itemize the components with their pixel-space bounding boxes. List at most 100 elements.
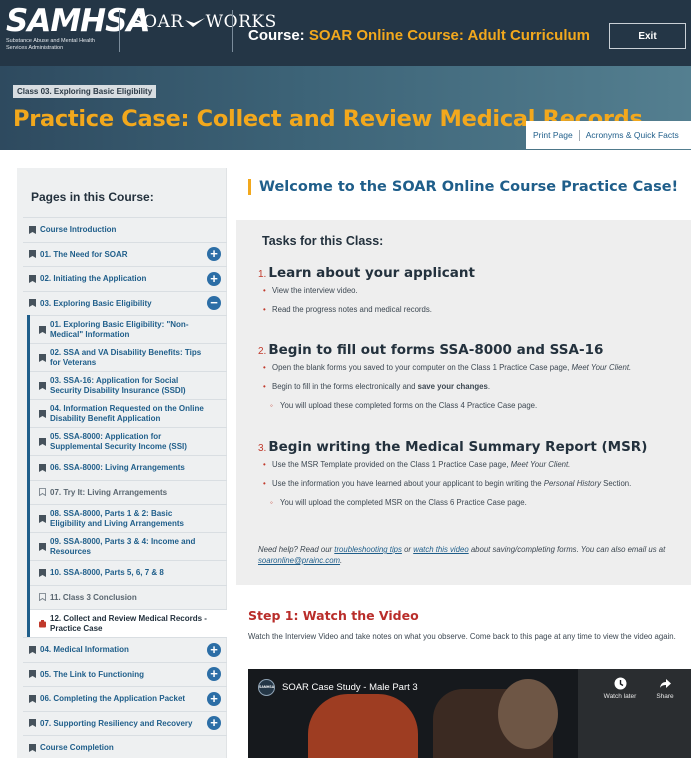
utility-links-row: Print Page Acronyms & Quick Facts [533, 125, 679, 145]
video-player[interactable]: SAMHSA SOAR Case Study - Male Part 3 Wat… [248, 669, 691, 758]
video-channel-logo[interactable]: SAMHSA [258, 679, 275, 696]
sidebar-subitem[interactable]: 06. SSA-8000: Living Arrangements [30, 455, 227, 480]
welcome-heading: Welcome to the SOAR Online Course Practi… [248, 179, 678, 195]
sidebar-item[interactable]: 01. The Need for SOAR + [23, 241, 227, 267]
samhsa-logo[interactable]: SAMHSA Substance Abuse and Mental Health… [6, 6, 150, 56]
bookmark-icon [29, 719, 36, 728]
sidebar-item[interactable]: 07. Supporting Resiliency and Recovery + [23, 710, 227, 736]
sidebar-item[interactable]: 03. Exploring Basic Eligibility − [23, 290, 227, 316]
sidebar-subitem[interactable]: 01. Exploring Basic Eligibility: "Non-Me… [30, 315, 227, 343]
sidebar-title: Pages in this Course: [31, 190, 154, 204]
bookmark-icon [29, 694, 36, 703]
sidebar-subitem[interactable]: 02. SSA and VA Disability Benefits: Tips… [30, 343, 227, 371]
share-button[interactable]: Share [645, 677, 685, 700]
bullet-text: Begin to fill in the forms electronicall… [272, 382, 418, 391]
bookmark-icon [29, 274, 36, 283]
expand-icon[interactable]: + [207, 667, 221, 682]
task-3: 3. Begin writing the Medical Summary Repo… [258, 439, 688, 516]
sidebar-item[interactable]: 05. The Link to Functioning + [23, 661, 227, 687]
sidebar-item-label: 06. Completing the Application Packet [40, 694, 186, 703]
help-text-part: about saving/completing forms. You can a… [468, 545, 666, 554]
task-bullet: Use the information you have learned abo… [258, 478, 688, 489]
help-text: Need help? Read our troubleshooting tips… [258, 544, 688, 566]
sidebar-subitem[interactable]: 12. Collect and Review Medical Records -… [30, 609, 227, 637]
exit-button[interactable]: Exit [609, 23, 686, 49]
share-label: Share [656, 693, 674, 700]
help-text-part: or [401, 545, 414, 554]
sidebar-item[interactable]: Course Completion [23, 735, 227, 758]
sidebar-subitem[interactable]: 09. SSA-8000, Parts 3 & 4: Income and Re… [30, 532, 227, 560]
bookmark-outline-icon [39, 488, 46, 497]
bullet-text: Section. [600, 479, 632, 488]
sidebar-item-label: 04. Medical Information [40, 645, 129, 654]
share-arrow-icon [659, 679, 671, 688]
print-page-link[interactable]: Print Page [533, 130, 573, 140]
bookmark-icon [39, 514, 46, 523]
soar-logo-left: SOAR [131, 12, 184, 32]
task-1: 1.Learn about your applicant View the in… [258, 265, 688, 323]
bookmark-icon [39, 409, 46, 418]
sidebar-item-label: 02. Initiating the Application [40, 274, 147, 283]
bookmark-outline-icon [39, 593, 46, 602]
task-number: 1. [258, 269, 267, 280]
task-subbullet: You will upload the completed MSR on the… [258, 497, 688, 508]
step-1-description: Watch the Interview Video and take notes… [248, 632, 676, 641]
bullet-text: Use the MSR Template provided on the Cla… [272, 460, 511, 469]
course-sidebar: Pages in this Course: Course Introductio… [17, 168, 227, 758]
bullet-text: Use the information you have learned abo… [272, 479, 544, 488]
bookmark-icon [39, 568, 46, 577]
bullet-emphasis: Personal History [543, 479, 601, 488]
bookmark-icon [39, 463, 46, 472]
sidebar-item-label: 06. SSA-8000: Living Arrangements [50, 463, 185, 472]
expand-icon[interactable]: + [207, 691, 221, 706]
bookmark-icon [29, 299, 36, 308]
sidebar-item[interactable]: 04. Medical Information + [23, 637, 227, 662]
site-header: SAMHSA Substance Abuse and Mental Health… [0, 0, 691, 66]
sidebar-item-label: Course Completion [40, 743, 114, 752]
sidebar-item[interactable]: 02. Initiating the Application + [23, 266, 227, 291]
sidebar-item[interactable]: Course Introduction [23, 217, 227, 242]
sidebar-item-label: 01. The Need for SOAR [40, 249, 128, 259]
sidebar-sublist: 01. Exploring Basic Eligibility: "Non-Me… [27, 315, 227, 637]
sidebar-item-label: 04. Information Requested on the Online … [50, 404, 204, 423]
bookmark-icon [29, 743, 36, 752]
current-page-icon [39, 619, 46, 627]
acronyms-link[interactable]: Acronyms & Quick Facts [586, 130, 679, 140]
sidebar-subitem[interactable]: 03. SSA-16: Application for Social Secur… [30, 371, 227, 399]
sidebar-subitem[interactable]: 10. SSA-8000, Parts 5, 6, 7 & 8 [30, 560, 227, 585]
sidebar-item-label: 07. Supporting Resiliency and Recovery [40, 718, 193, 728]
header-divider [119, 10, 120, 52]
sidebar-item-label: 08. SSA-8000, Parts 1 & 2: Basic Eligibi… [50, 509, 184, 528]
expand-icon[interactable]: + [207, 247, 221, 262]
sidebar-item-label: 05. The Link to Functioning [40, 669, 144, 679]
sidebar-item-label: 11. Class 3 Conclusion [50, 592, 137, 602]
sidebar-subitem[interactable]: 08. SSA-8000, Parts 1 & 2: Basic Eligibi… [30, 504, 227, 532]
help-text-part: . [340, 556, 343, 565]
sidebar-item-label: 03. Exploring Basic Eligibility [40, 298, 152, 308]
watch-later-button[interactable]: Watch later [600, 677, 640, 700]
sidebar-subitem[interactable]: 07. Try It: Living Arrangements [30, 479, 227, 505]
course-label: Course: SOAR Online Course: Adult Curric… [248, 27, 590, 44]
sidebar-subitem[interactable]: 11. Class 3 Conclusion [30, 584, 227, 610]
sidebar-subitem[interactable]: 05. SSA-8000: Application for Supplement… [30, 427, 227, 455]
expand-icon[interactable]: + [207, 716, 221, 731]
troubleshooting-link[interactable]: troubleshooting tips [334, 545, 402, 554]
header-divider [232, 10, 233, 52]
video-title[interactable]: SOAR Case Study - Male Part 3 [282, 682, 418, 693]
samhsa-logo-subtitle: Substance Abuse and Mental Health Servic… [6, 38, 95, 51]
course-name: SOAR Online Course: Adult Curriculum [308, 27, 590, 44]
sidebar-item[interactable]: 06. Completing the Application Packet + [23, 686, 227, 711]
task-title: Begin writing the Medical Summary Report… [268, 439, 648, 455]
sidebar-subitem[interactable]: 04. Information Requested on the Online … [30, 399, 227, 427]
task-subbullet: You will upload these completed forms on… [258, 400, 688, 411]
bookmark-icon [39, 381, 46, 390]
expand-icon[interactable]: + [207, 642, 221, 657]
task-number: 3. [258, 443, 267, 454]
expand-icon[interactable]: + [207, 271, 221, 286]
bookmark-icon [29, 670, 36, 679]
email-link[interactable]: soaronline@prainc.com [258, 556, 340, 565]
sidebar-item-label: 09. SSA-8000, Parts 3 & 4: Income and Re… [50, 537, 196, 556]
collapse-icon[interactable]: − [207, 296, 221, 311]
watch-video-link[interactable]: watch this video [413, 545, 468, 554]
bookmark-icon [39, 437, 46, 446]
